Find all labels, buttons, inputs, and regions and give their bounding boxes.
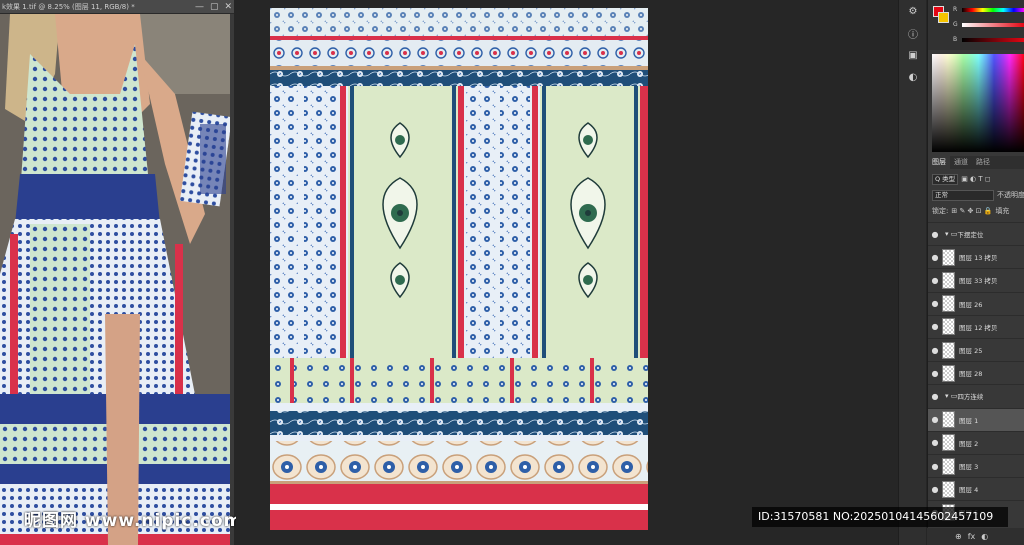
layer-thumbnail <box>942 364 955 382</box>
layer-row[interactable]: ● 图层 13 拷贝 <box>928 245 1024 268</box>
visibility-eye-icon[interactable]: ● <box>928 415 942 424</box>
layer-thumbnail <box>942 295 955 313</box>
close-button[interactable]: ✕ <box>224 0 232 13</box>
visibility-eye-icon[interactable]: ● <box>928 253 942 262</box>
right-panel: R G B 图层 通道 路径 Q 类型 ▣ ◐ T ◻ 正常 不透明度 锁定: … <box>927 0 1024 545</box>
r-label: R <box>953 6 958 13</box>
layer-name: 图层 28 <box>959 370 983 379</box>
filter-icons[interactable]: ▣ ◐ T ◻ <box>961 175 990 183</box>
g-slider[interactable] <box>962 23 1024 27</box>
color-spectrum[interactable] <box>932 54 1024 152</box>
layer-thumbnail <box>942 271 955 289</box>
b-slider[interactable] <box>962 38 1024 42</box>
layer-name: 四方连续 <box>957 393 984 402</box>
watermark-right: ID:31570581 NO:20250104145602457109 <box>752 507 1008 527</box>
visibility-eye-icon[interactable]: ● <box>928 346 942 355</box>
tab-channels[interactable]: 通道 <box>950 156 972 169</box>
layer-row[interactable]: ● 图层 33 拷贝 <box>928 268 1024 291</box>
layer-row[interactable]: ● 图层 2 <box>928 430 1024 454</box>
fill-label: 填充 <box>995 207 1010 215</box>
lock-row: 锁定: ⊞ ✎ ✥ ⊡ 🔒 填充 <box>928 204 1024 218</box>
layer-name: 图层 26 <box>959 300 983 309</box>
adjustments-icon[interactable]: ◐ <box>899 66 927 88</box>
tab-layers[interactable]: 图层 <box>928 156 950 169</box>
lock-icons[interactable]: ⊞ ✎ ✥ ⊡ 🔒 <box>951 207 992 215</box>
layer-name: 图层 1 <box>959 416 979 425</box>
visibility-eye-icon[interactable]: ● <box>928 485 942 494</box>
blend-row: 正常 不透明度 <box>928 188 1024 202</box>
layer-name: 图层 12 拷贝 <box>959 323 998 332</box>
add-mask-icon[interactable]: ◐ <box>981 532 988 541</box>
textile-pattern-graphic <box>270 8 648 530</box>
layer-row[interactable]: ● 图层 4 <box>928 477 1024 500</box>
canvas-workspace[interactable] <box>236 0 892 545</box>
layer-name: 图层 3 <box>959 463 979 471</box>
layer-name: 图层 33 拷贝 <box>959 277 998 286</box>
layers-tabs: 图层 通道 路径 <box>928 156 1024 169</box>
layer-thumbnail <box>942 480 955 498</box>
r-slider[interactable] <box>962 8 1024 12</box>
visibility-eye-icon[interactable]: ● <box>928 322 942 331</box>
layer-row[interactable]: ● 图层 1 <box>928 407 1024 431</box>
visibility-eye-icon[interactable]: ● <box>928 438 942 447</box>
folder-icon[interactable]: ▾ ▭ <box>945 392 957 400</box>
visibility-eye-icon[interactable]: ● <box>928 276 942 285</box>
document-title: k效果 1.tif @ 8.25% (图层 11, RGB/8) * <box>2 3 135 11</box>
layer-name: 图层 2 <box>959 439 979 448</box>
layer-name: 图层 13 拷贝 <box>959 254 998 263</box>
properties-icon[interactable]: ▣ <box>899 44 927 66</box>
textile-design-canvas[interactable] <box>270 8 648 530</box>
layer-name: 图层 4 <box>959 486 979 495</box>
background-color-swatch[interactable] <box>938 12 949 23</box>
visibility-eye-icon[interactable]: ● <box>928 369 942 378</box>
layer-group-row[interactable]: ● ▾ ▭ 下摆定位 <box>928 222 1024 245</box>
layer-thumbnail <box>942 248 955 266</box>
b-label: B <box>953 36 958 43</box>
visibility-eye-icon[interactable]: ● <box>928 462 942 471</box>
photoshop-window: k效果 1.tif @ 8.25% (图层 11, RGB/8) * — ▢ ✕ <box>0 0 1024 545</box>
layer-kind-filter[interactable]: Q 类型 <box>932 173 959 185</box>
document-title-bar[interactable]: k效果 1.tif @ 8.25% (图层 11, RGB/8) * — ▢ ✕ <box>0 0 234 14</box>
visibility-eye-icon[interactable]: ● <box>928 392 942 401</box>
tab-paths[interactable]: 路径 <box>972 156 994 169</box>
watermark-left: 昵图网 www.nipic.com <box>24 511 243 531</box>
history-icon[interactable]: ⚙ <box>899 0 927 22</box>
floating-document-window[interactable]: k效果 1.tif @ 8.25% (图层 11, RGB/8) * — ▢ ✕ <box>0 0 241 545</box>
layer-row[interactable]: ● 图层 3 <box>928 454 1024 477</box>
folder-icon[interactable]: ▾ ▭ <box>945 230 957 238</box>
g-label: G <box>953 21 958 28</box>
blend-mode-select[interactable]: 正常 <box>932 189 994 201</box>
fx-icon[interactable]: fx <box>968 532 976 541</box>
layer-name: 图层 25 <box>959 347 983 355</box>
layer-thumbnail <box>942 457 955 475</box>
layer-name: 下摆定位 <box>957 231 984 239</box>
panel-icon-strip: ⚙ ⓘ ▣ ◐ <box>898 0 926 545</box>
dress-photo <box>0 14 230 545</box>
color-panel: R G B <box>928 0 1024 50</box>
layer-filter-row: Q 类型 ▣ ◐ T ◻ <box>928 172 1024 186</box>
minimize-button[interactable]: — <box>195 0 204 13</box>
layer-group-row[interactable]: ● ▾ ▭ 四方连续 <box>928 384 1024 407</box>
info-icon[interactable]: ⓘ <box>899 22 927 44</box>
layer-row[interactable]: ● 图层 12 拷贝 <box>928 314 1024 338</box>
layer-thumbnail <box>942 341 955 359</box>
lock-label: 锁定: <box>932 207 949 215</box>
layer-thumbnail <box>942 318 955 336</box>
layer-row[interactable]: ● 图层 25 <box>928 338 1024 361</box>
dress-photo-graphic <box>0 14 230 545</box>
layer-row[interactable]: ● 图层 26 <box>928 291 1024 315</box>
visibility-eye-icon[interactable]: ● <box>928 299 942 308</box>
visibility-eye-icon[interactable]: ● <box>928 230 942 239</box>
layer-row[interactable]: ● 图层 28 <box>928 361 1024 384</box>
layer-thumbnail <box>942 411 955 429</box>
layers-bottom-bar: ⊕ fx ◐ <box>927 528 1024 545</box>
opacity-label: 不透明度 <box>997 191 1024 199</box>
layer-thumbnail <box>942 434 955 452</box>
restore-button[interactable]: ▢ <box>210 0 219 13</box>
link-layers-icon[interactable]: ⊕ <box>955 532 962 541</box>
